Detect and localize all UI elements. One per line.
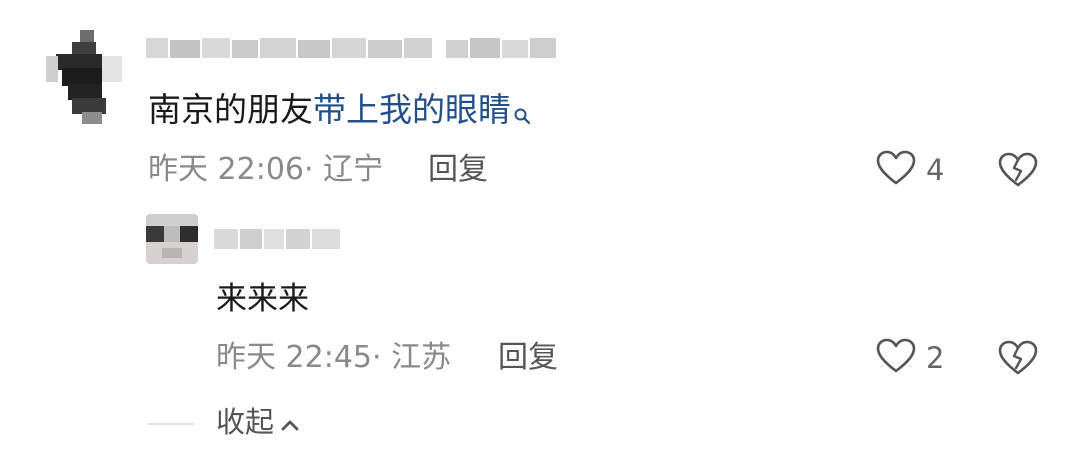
reply-like-button[interactable]: 2 xyxy=(876,338,944,378)
reply-text: 来来来 xyxy=(216,281,309,317)
reply-button[interactable]: 回复 xyxy=(428,150,488,190)
like-count: 4 xyxy=(926,153,945,187)
reply-reply-button[interactable]: 回复 xyxy=(498,338,558,378)
chevron-up-icon xyxy=(280,402,300,442)
reply-time: 昨天 22:45 xyxy=(216,340,372,375)
broken-heart-icon xyxy=(998,152,1038,192)
avatar[interactable] xyxy=(42,26,130,126)
search-icon[interactable] xyxy=(513,90,531,138)
search-link[interactable]: 带上我的眼睛 xyxy=(313,90,511,129)
comment-meta: 昨天 22:06· 辽宁 xyxy=(148,150,383,190)
reply-avatar[interactable] xyxy=(146,214,198,264)
collapse-label: 收起 xyxy=(216,405,275,439)
comment-time: 昨天 22:06 xyxy=(148,152,304,187)
broken-heart-icon xyxy=(998,340,1038,380)
comment-text-plain: 南京的朋友 xyxy=(148,90,313,129)
username-blurred[interactable] xyxy=(146,36,558,62)
like-button[interactable]: 4 xyxy=(876,150,944,190)
collapse-divider xyxy=(148,423,194,425)
reply-dislike-button[interactable] xyxy=(998,340,1038,380)
reply-location: · 江苏 xyxy=(372,340,452,375)
heart-outline-icon xyxy=(876,338,916,378)
reply-meta: 昨天 22:45· 江苏 xyxy=(216,338,451,378)
reply-username-blurred[interactable] xyxy=(214,225,344,253)
collapse-button[interactable]: 收起 xyxy=(216,402,300,442)
dislike-button[interactable] xyxy=(998,152,1038,192)
comment-location: · 辽宁 xyxy=(304,152,384,187)
reply-like-count: 2 xyxy=(926,341,945,375)
heart-outline-icon xyxy=(876,150,916,190)
comment-text: 南京的朋友带上我的眼睛 xyxy=(148,86,531,138)
